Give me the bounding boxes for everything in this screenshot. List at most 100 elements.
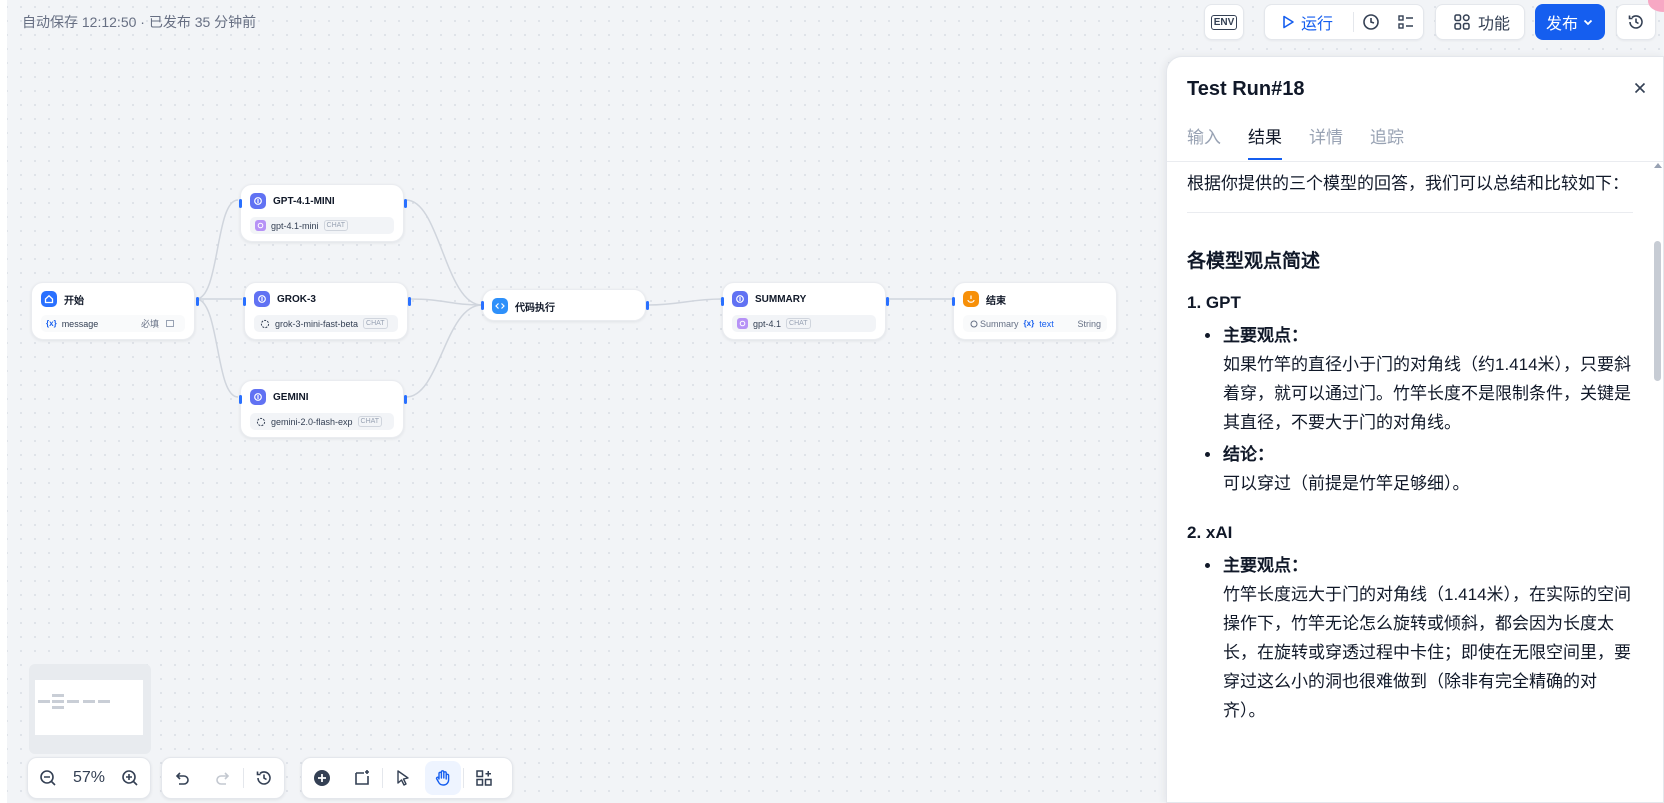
pointer-mode-button[interactable]	[383, 758, 423, 798]
node-summary[interactable]: SUMMARY gpt-4.1 CHAT	[721, 282, 889, 340]
code-icon	[492, 298, 508, 314]
scroll-up-icon[interactable]	[1654, 163, 1662, 168]
node-title: 开始	[64, 295, 84, 307]
source-node-name: Summary	[980, 318, 1019, 329]
zoom-level[interactable]: 57%	[67, 769, 110, 787]
model-name: gemini-2.0-flash-exp	[271, 416, 353, 427]
canvas-tools	[301, 757, 513, 799]
publish-label: 发布	[1545, 16, 1578, 33]
history-icon	[256, 771, 271, 785]
publish-button[interactable]: 发布	[1535, 4, 1605, 40]
input-handle[interactable]	[239, 395, 242, 404]
close-icon	[1634, 82, 1646, 94]
node-start[interactable]: 开始 {x} message 必填	[31, 282, 199, 340]
llm-icon	[732, 291, 748, 307]
zoom-in-icon	[122, 770, 138, 786]
tab-details[interactable]: 详情	[1309, 123, 1343, 160]
node-grok[interactable]: GROK-3 grok-3-mini-fast-beta CHAT	[243, 282, 411, 340]
output-handle[interactable]	[886, 297, 889, 306]
undo-button[interactable]	[162, 758, 202, 798]
text-field-icon	[164, 318, 175, 329]
add-note-button[interactable]	[342, 758, 382, 798]
node-gpt[interactable]: GPT-4.1-MINI gpt-4.1-mini CHAT	[239, 184, 407, 242]
hand-icon	[435, 770, 450, 786]
edge-grok-code	[409, 298, 483, 306]
tab-result[interactable]: 结果	[1248, 123, 1282, 160]
close-button[interactable]	[1633, 81, 1647, 100]
node-code[interactable]: 代码执行	[481, 289, 649, 321]
source-node-icon	[968, 318, 979, 329]
chat-tag: CHAT	[357, 416, 383, 427]
change-history-button[interactable]	[244, 758, 284, 798]
model-selector[interactable]: gpt-4.1-mini CHAT	[250, 217, 394, 234]
tab-input[interactable]: 输入	[1187, 123, 1221, 160]
redo-button[interactable]	[202, 758, 242, 798]
tab-trace[interactable]: 追踪	[1370, 123, 1404, 160]
run-history-button[interactable]	[1354, 5, 1389, 39]
node-title: GEMINI	[273, 391, 309, 403]
result-content: 根据你提供的三个模型的回答，我们可以总结和比较如下： 各模型观点简述 1. GP…	[1187, 169, 1633, 725]
llm-icon	[250, 193, 266, 209]
run-button[interactable]: 运行	[1265, 5, 1353, 39]
node-header: 结束	[963, 291, 1006, 307]
input-handle[interactable]	[481, 301, 484, 310]
checklist-button[interactable]	[1388, 5, 1423, 39]
output-handle[interactable]	[646, 301, 649, 310]
add-node-button[interactable]	[302, 758, 342, 798]
edge-gemini-code	[405, 304, 483, 398]
bullet-label: 主要观点：	[1223, 556, 1308, 575]
redo-icon	[215, 772, 229, 785]
gemini-icon	[255, 416, 266, 427]
input-handle[interactable]	[243, 297, 246, 306]
output-handle[interactable]	[404, 199, 407, 208]
minimap[interactable]	[29, 664, 151, 754]
variable-type: String	[1077, 318, 1101, 329]
end-icon	[963, 291, 979, 307]
zoom-out-icon	[39, 770, 56, 786]
features-button[interactable]: 功能	[1435, 4, 1525, 40]
play-icon	[1283, 15, 1294, 29]
output-handle[interactable]	[404, 395, 407, 404]
output-variable: Summary {x} text String	[963, 315, 1107, 332]
input-handle[interactable]	[239, 199, 242, 208]
zoom-out-button[interactable]	[28, 758, 67, 798]
variable-icon: {x}	[1023, 319, 1035, 328]
node-gemini[interactable]: GEMINI gemini-2.0-flash-exp CHAT	[239, 380, 407, 438]
node-variable: {x} message 必填	[41, 315, 185, 332]
scrollbar-thumb[interactable]	[1654, 241, 1661, 381]
node-end[interactable]: 结束 Summary {x} text String	[952, 282, 1117, 340]
input-handle[interactable]	[721, 297, 724, 306]
edge-code-summary	[647, 298, 723, 306]
llm-icon	[250, 389, 266, 405]
output-handle[interactable]	[408, 297, 411, 306]
list-item: 结论： 可以穿过（前提是竹竿足够细）。	[1187, 440, 1633, 498]
output-handle[interactable]	[196, 297, 199, 306]
model-selector[interactable]: gpt-4.1 CHAT	[732, 315, 876, 332]
node-title: GPT-4.1-MINI	[273, 195, 335, 207]
node-title: SUMMARY	[755, 293, 807, 305]
input-handle[interactable]	[952, 297, 955, 306]
left-edge	[0, 0, 7, 803]
env-button[interactable]: ENV	[1204, 4, 1244, 40]
variable-name: message	[61, 318, 99, 329]
autosave-status: 自动保存 12:12:50 · 已发布 35 分钟前	[22, 14, 257, 30]
model-name: gpt-4.1	[753, 318, 782, 329]
model-selector[interactable]: gemini-2.0-flash-exp CHAT	[250, 413, 394, 430]
grid-plus-icon	[1454, 14, 1470, 30]
variable-icon: {x}	[46, 319, 57, 328]
node-header: 开始	[41, 291, 84, 307]
plus-circle-icon	[314, 770, 330, 786]
llm-icon	[254, 291, 270, 307]
edge-gpt-code	[405, 199, 483, 306]
bullet-text: 竹竿长度远大于门的对角线（1.414米），在实际的空间操作下，竹竿无论怎么旋转或…	[1223, 585, 1632, 720]
zoom-in-button[interactable]	[111, 758, 150, 798]
scrollbar[interactable]	[1653, 161, 1663, 802]
list-item: 主要观点： 如果竹竿的直径小于门的对角线（约1.414米），只要斜着穿，就可以通…	[1187, 321, 1633, 437]
chat-tag: CHAT	[363, 318, 388, 329]
version-history-button[interactable]	[1616, 4, 1656, 40]
model-selector[interactable]: grok-3-mini-fast-beta CHAT	[254, 315, 398, 332]
layout-button[interactable]	[464, 758, 504, 798]
hand-mode-button[interactable]	[425, 761, 461, 795]
history-icon	[1628, 15, 1643, 29]
cursor-icon	[397, 770, 409, 786]
